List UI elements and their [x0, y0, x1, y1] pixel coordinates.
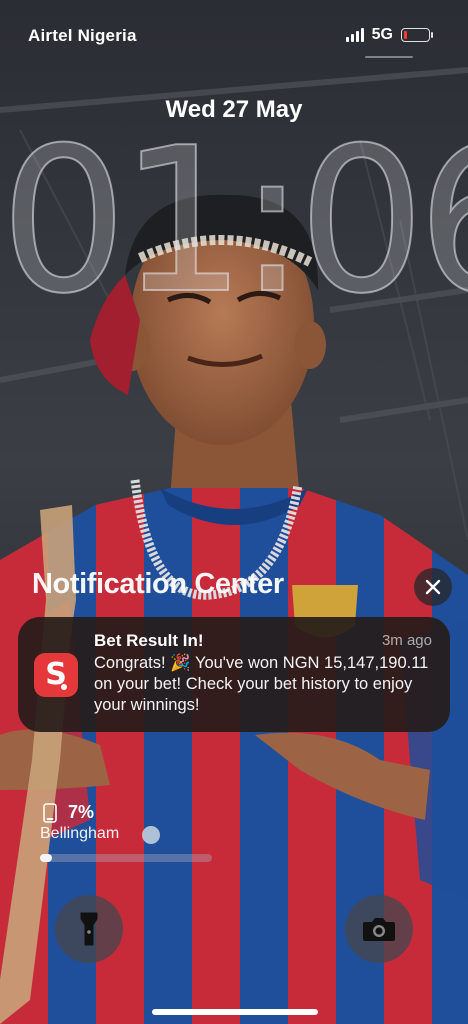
sporty-s-icon: S [34, 653, 78, 697]
close-icon [425, 579, 441, 595]
phone-battery-icon [43, 803, 57, 823]
battery-bar [40, 854, 212, 862]
carrier-name: Airtel Nigeria [28, 26, 137, 45]
cellular-signal-icon [345, 28, 364, 42]
network-type: 5G [371, 26, 393, 43]
notification-title: Bet Result In! [94, 631, 204, 650]
emoji-face-icon [142, 826, 160, 844]
close-notifications-button[interactable] [414, 568, 452, 606]
battery-icon [401, 28, 433, 42]
camera-button[interactable] [345, 895, 413, 963]
device-name: Bellingham [40, 825, 120, 842]
notification-time: 3m ago [381, 632, 432, 649]
lockscreen-clock: 01:06 [0, 105, 468, 338]
status-indicators: 5G [345, 26, 433, 44]
notification-body: Congrats! 🎉 You've won NGN 15,147,190.11… [94, 654, 429, 714]
flashlight-icon [80, 912, 98, 946]
notification-center-title: Notification Center [32, 568, 284, 600]
home-indicator[interactable] [152, 1009, 318, 1015]
battery-bar-fill [40, 854, 53, 862]
flashlight-button[interactable] [55, 895, 123, 963]
lock-screen: Airtel Nigeria 5G Wed 27 May 01:06 Notif… [0, 0, 468, 1024]
status-underline [365, 56, 413, 58]
camera-icon [363, 918, 395, 941]
battery-percent: 7% [68, 802, 95, 822]
notification-card[interactable]: S Bet Result In! 3m ago Congrats! 🎉 You'… [18, 617, 450, 732]
